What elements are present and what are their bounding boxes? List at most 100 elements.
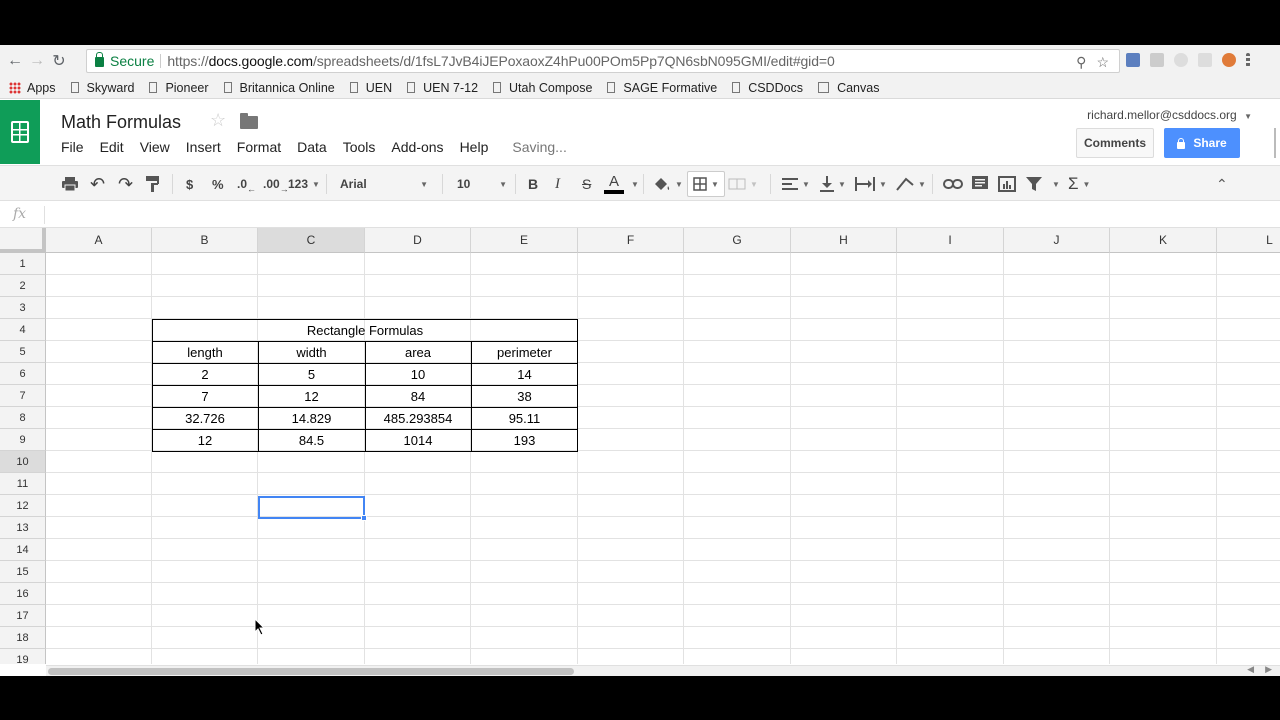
document-title[interactable]: Math Formulas [61,112,181,133]
menu-tools[interactable]: Tools [343,139,376,155]
table-cell[interactable]: 485.293854 [365,407,471,429]
row-header-18[interactable]: 18 [0,627,46,649]
column-header-h[interactable]: H [791,228,897,253]
print-icon[interactable] [62,166,78,202]
column-header-g[interactable]: G [684,228,791,253]
bold-button[interactable]: B [528,166,538,202]
profile-icon[interactable] [1222,53,1236,67]
row-header-5[interactable]: 5 [0,341,46,363]
menu-help[interactable]: Help [460,139,489,155]
bookmark-apps[interactable]: Apps [0,81,56,95]
vertical-align-icon[interactable]: ▼ [820,166,846,202]
table-title[interactable]: Rectangle Formulas [152,319,578,341]
increase-decimal-button[interactable]: .00 → [263,166,289,202]
row-header-12[interactable]: 12 [0,495,46,517]
italic-button[interactable]: I [555,166,560,202]
row-header-14[interactable]: 14 [0,539,46,561]
table-cell[interactable]: 38 [471,385,578,407]
row-header-6[interactable]: 6 [0,363,46,385]
row-header-3[interactable]: 3 [0,297,46,319]
scroll-right-icon[interactable]: ▶ [1265,664,1272,675]
bookmark-item[interactable]: Britannica Online [223,81,335,95]
header-perimeter[interactable]: perimeter [471,341,578,363]
share-button[interactable]: Share [1164,128,1240,158]
fill-color-icon[interactable]: ▼ [653,166,683,202]
account-switcher[interactable]: richard.mellor@csddocs.org ▼ [1087,108,1252,122]
forward-icon[interactable]: → [26,52,48,70]
currency-format-button[interactable]: $ [186,166,193,202]
formula-input[interactable] [50,204,1270,226]
bookmark-item[interactable]: SAGE Formative [607,81,717,95]
url-bar[interactable]: Secure https://docs.google.com/spreadshe… [86,49,1120,73]
bookmark-star-icon[interactable]: ☆ [1096,54,1109,71]
menu-data[interactable]: Data [297,139,327,155]
column-header-l[interactable]: L [1217,228,1280,253]
insert-link-icon[interactable] [943,166,963,202]
table-cell[interactable]: 193 [471,429,578,451]
bookmark-item[interactable]: Utah Compose [493,81,592,95]
insert-comment-icon[interactable] [972,166,988,202]
side-panel-toggle[interactable] [1274,128,1280,158]
table-cell[interactable]: 10 [365,363,471,385]
row-header-13[interactable]: 13 [0,517,46,539]
paint-format-icon[interactable] [146,166,160,202]
header-area[interactable]: area [365,341,471,363]
zoom-icon[interactable]: ⚲ [1076,54,1086,71]
functions-icon[interactable]: Σ ▼ [1068,166,1090,202]
table-cell[interactable]: 1014 [365,429,471,451]
column-header-a[interactable]: A [46,228,152,253]
extension-icon[interactable] [1150,53,1164,67]
filter-icon[interactable] [1026,166,1042,202]
column-header-f[interactable]: F [578,228,684,253]
table-cell[interactable]: 12 [258,385,365,407]
bookmark-item[interactable]: UEN [349,81,392,95]
row-header-16[interactable]: 16 [0,583,46,605]
table-cell[interactable]: 84.5 [258,429,365,451]
row-header-4[interactable]: 4 [0,319,46,341]
column-header-b[interactable]: B [152,228,258,253]
table-cell[interactable]: 14.829 [258,407,365,429]
menu-view[interactable]: View [140,139,170,155]
font-size-select[interactable]: 10 ▼ [457,166,507,202]
row-header-10[interactable]: 10 [0,451,46,473]
menu-edit[interactable]: Edit [100,139,124,155]
filter-views-caret[interactable]: ▼ [1048,166,1060,202]
column-header-c[interactable]: C [258,228,365,253]
column-header-i[interactable]: I [897,228,1004,253]
column-header-d[interactable]: D [365,228,471,253]
scrollbar-thumb[interactable] [48,668,574,675]
redo-icon[interactable]: ↷ [118,166,133,202]
row-header-8[interactable]: 8 [0,407,46,429]
text-wrapping-icon[interactable]: ▼ [855,166,887,202]
folder-icon[interactable] [240,113,258,129]
percent-format-button[interactable]: % [212,166,224,202]
header-width[interactable]: width [258,341,365,363]
table-cell[interactable]: 2 [152,363,258,385]
row-header-1[interactable]: 1 [0,253,46,275]
column-header-e[interactable]: E [471,228,578,253]
collapse-toolbar-icon[interactable]: ⌃ [1216,166,1228,202]
menu-file[interactable]: File [61,139,84,155]
chrome-menu-icon[interactable] [1246,53,1250,67]
star-icon[interactable]: ☆ [210,110,226,131]
borders-icon[interactable]: ▼ [687,171,725,197]
comments-button[interactable]: Comments [1076,128,1154,158]
select-all-corner[interactable] [0,228,46,253]
text-rotation-icon[interactable]: ▼ [896,166,926,202]
horizontal-scrollbar[interactable]: ◀ ▶ [46,664,1280,676]
more-formats-dropdown[interactable]: 123 ▼ [288,166,320,202]
bookmark-item[interactable]: Skyward [70,81,134,95]
bookmark-item[interactable]: Pioneer [149,81,209,95]
menu-insert[interactable]: Insert [186,139,221,155]
decrease-decimal-button[interactable]: .0 ← [237,166,256,202]
merge-cells-icon[interactable]: ▼ [728,166,758,202]
menu-format[interactable]: Format [237,139,281,155]
text-color-button[interactable]: A [604,166,624,202]
header-length[interactable]: length [152,341,258,363]
text-color-caret[interactable]: ▼ [627,166,639,202]
bookmark-item[interactable]: UEN 7-12 [407,81,478,95]
bookmark-item[interactable]: Canvas [818,81,879,95]
fill-handle[interactable] [361,515,367,521]
column-header-j[interactable]: J [1004,228,1110,253]
sheets-home-button[interactable] [0,100,40,164]
